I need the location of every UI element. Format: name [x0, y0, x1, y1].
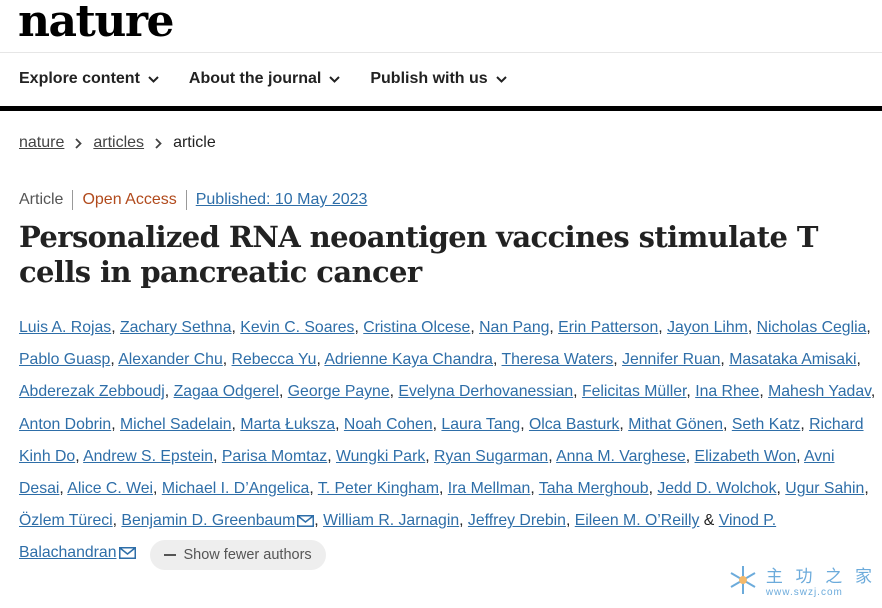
author-link[interactable]: Theresa Waters	[501, 351, 613, 368]
author-link[interactable]: Elizabeth Won	[695, 448, 797, 465]
author-link[interactable]: Rebecca Yu	[232, 351, 317, 368]
snowflake-logo-icon	[730, 566, 756, 594]
article-meta: Article Open Access Published: 10 May 20…	[19, 190, 367, 210]
author-link[interactable]: Abderezak Zebboudj	[19, 383, 165, 400]
author-link[interactable]: Jeffrey Drebin	[468, 512, 566, 529]
minus-icon	[163, 554, 176, 557]
author-link[interactable]: Mithat Gönen	[628, 416, 723, 433]
author-link[interactable]: Olca Basturk	[529, 416, 619, 433]
author-link[interactable]: Laura Tang	[441, 416, 520, 433]
nav-explore-content-label: Explore content	[19, 70, 140, 87]
author-link[interactable]: Marta Łuksza	[240, 416, 335, 433]
breadcrumb-articles-link[interactable]: articles	[93, 134, 144, 152]
author-link[interactable]: Alice C. Wei	[67, 480, 153, 497]
author-link[interactable]: Özlem Türeci	[19, 512, 113, 529]
author-link[interactable]: Ina Rhee	[695, 383, 759, 400]
author-link[interactable]: Jedd D. Wolchok	[657, 480, 776, 497]
author-link[interactable]: Masataka Amisaki	[729, 351, 856, 368]
show-fewer-authors-label: Show fewer authors	[183, 547, 312, 564]
chevron-down-icon	[495, 75, 507, 83]
author-link[interactable]: Benjamin D. Greenbaum	[121, 512, 295, 529]
author-link[interactable]: Kevin C. Soares	[240, 319, 354, 336]
author-link[interactable]: Taha Merghoub	[539, 480, 649, 497]
author-link[interactable]: Ugur Sahin	[785, 480, 864, 497]
author-link[interactable]: Luis A. Rojas	[19, 319, 111, 336]
author-link[interactable]: Evelyna Derhovanessian	[398, 383, 573, 400]
author-link[interactable]: Jayon Lihm	[667, 319, 748, 336]
author-link[interactable]: Cristina Olcese	[363, 319, 470, 336]
author-link[interactable]: Mahesh Yadav	[768, 383, 871, 400]
author-link[interactable]: Anna M. Varghese	[556, 448, 686, 465]
author-link[interactable]: Michael I. D’Angelica	[162, 480, 310, 497]
header-divider	[0, 52, 882, 53]
author-link[interactable]: Adrienne Kaya Chandra	[324, 351, 493, 368]
author-link[interactable]: Zachary Sethna	[120, 319, 232, 336]
author-link[interactable]: Anton Dobrin	[19, 416, 111, 433]
email-icon[interactable]	[118, 547, 136, 560]
show-fewer-authors-button[interactable]: Show fewer authors	[149, 540, 326, 571]
meta-divider	[185, 190, 187, 210]
watermark: 主 功 之 家 www.swzj.com	[726, 562, 876, 598]
author-link[interactable]: Pablo Guasp	[19, 351, 110, 368]
article-title: Personalized RNA neoantigen vaccines sti…	[19, 220, 818, 289]
article-type: Article	[19, 191, 64, 208]
nav-about-journal-label: About the journal	[188, 70, 322, 87]
author-link[interactable]: Noah Cohen	[344, 416, 433, 433]
nav-publish-with-us-label: Publish with us	[370, 70, 488, 87]
author-link[interactable]: Wungki Park	[336, 448, 425, 465]
author-link[interactable]: William R. Jarnagin	[323, 512, 459, 529]
author-link[interactable]: Parisa Momtaz	[222, 448, 327, 465]
watermark-text: 主 功 之 家	[765, 567, 876, 586]
breadcrumb-current: article	[173, 134, 216, 151]
main-nav: Explore content About the journal Publis…	[19, 70, 537, 88]
nav-bottom-rule	[0, 106, 882, 111]
author-link[interactable]: Ira Mellman	[448, 480, 531, 497]
nature-logo[interactable]: nature	[18, 0, 175, 47]
author-link[interactable]: Michel Sadelain	[120, 416, 232, 433]
author-link[interactable]: Jennifer Ruan	[622, 351, 720, 368]
author-link[interactable]: Nan Pang	[479, 319, 549, 336]
meta-divider	[72, 190, 74, 210]
nav-publish-with-us[interactable]: Publish with us	[370, 70, 507, 88]
author-link[interactable]: Seth Katz	[732, 416, 801, 433]
author-link[interactable]: Zagaa Odgerel	[174, 383, 279, 400]
open-access-badge: Open Access	[82, 191, 177, 208]
author-link[interactable]: Eileen M. O’Reilly	[575, 512, 700, 529]
nav-explore-content[interactable]: Explore content	[19, 70, 159, 88]
breadcrumb: nature articles article	[19, 134, 216, 152]
author-link[interactable]: Andrew S. Epstein	[83, 448, 213, 465]
nav-about-journal[interactable]: About the journal	[188, 70, 341, 88]
chevron-right-icon	[75, 137, 83, 149]
author-link[interactable]: George Payne	[288, 383, 390, 400]
author-link[interactable]: Ryan Sugarman	[434, 448, 548, 465]
author-list: Luis A. Rojas, Zachary Sethna, Kevin C. …	[19, 312, 877, 571]
author-link[interactable]: Felicitas Müller	[582, 383, 686, 400]
author-link[interactable]: Alexander Chu	[118, 351, 223, 368]
email-icon[interactable]	[297, 515, 315, 528]
author-link[interactable]: Nicholas Ceglia	[757, 319, 867, 336]
breadcrumb-nature-link[interactable]: nature	[19, 134, 64, 152]
chevron-down-icon	[148, 75, 159, 83]
watermark-url: www.swzj.com	[765, 587, 843, 598]
site-header: nature Explore content About the journal…	[0, 0, 882, 112]
published-date-link[interactable]: Published: 10 May 2023	[196, 191, 368, 209]
chevron-right-icon	[155, 137, 162, 149]
chevron-down-icon	[329, 75, 341, 83]
author-link[interactable]: Erin Patterson	[558, 319, 658, 336]
author-link[interactable]: T. Peter Kingham	[318, 480, 439, 497]
